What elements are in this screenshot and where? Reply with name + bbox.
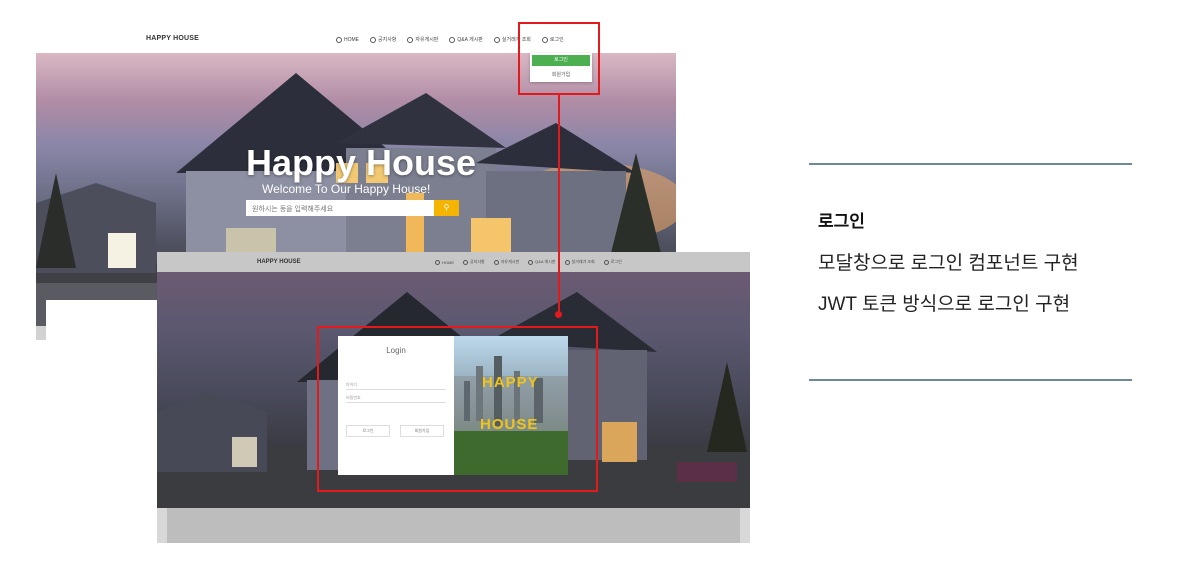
nav-qna[interactable]: Q&A 게시판	[528, 259, 556, 265]
nav-qna[interactable]: Q&A 게시판	[449, 36, 483, 43]
hero-subtitle: Welcome To Our Happy House!	[262, 182, 431, 196]
highlight-login-dropdown	[518, 22, 600, 95]
dollar-icon	[564, 259, 570, 265]
highlight-connector-dot	[555, 311, 562, 318]
home-icon	[435, 259, 440, 265]
dollar-icon	[493, 36, 500, 43]
top-navbar: HAPPY HOUSE HOME 공지사항 자유게시판 Q&A 게시판 실거래가…	[157, 252, 750, 272]
info-icon	[463, 259, 468, 265]
search-icon: ⚲	[443, 203, 450, 212]
highlight-login-modal	[317, 326, 598, 492]
nav-notice[interactable]: 공지사항	[370, 36, 396, 43]
search-button[interactable]: ⚲	[434, 200, 459, 216]
chat-icon	[407, 36, 414, 43]
chat-icon	[493, 259, 499, 265]
nav-deals[interactable]: 실거래가 조회	[564, 259, 595, 265]
feature-description-line-2: JWT 토큰 방식으로 로그인 구현	[818, 294, 1071, 315]
feature-description-line-1: 모달창으로 로그인 컴포넌트 구현	[818, 253, 1079, 274]
highlight-connector-line	[558, 95, 560, 315]
hero-title: Happy House	[246, 142, 477, 183]
brand-logo[interactable]: HAPPY HOUSE	[146, 35, 199, 42]
nav-notice[interactable]: 공지사항	[463, 259, 485, 265]
nav-board[interactable]: 자유게시판	[493, 259, 519, 265]
question-icon	[528, 259, 534, 265]
nav-menu: HOME 공지사항 자유게시판 Q&A 게시판 실거래가 조회 로그인	[435, 259, 622, 265]
nav-board[interactable]: 자유게시판	[407, 36, 438, 43]
divider-top	[809, 163, 1132, 165]
content-card	[167, 508, 740, 543]
nav-home[interactable]: HOME	[336, 36, 359, 43]
home-icon	[336, 36, 342, 43]
user-icon	[603, 259, 609, 265]
brand-logo[interactable]: HAPPY HOUSE	[257, 259, 301, 265]
divider-bottom	[809, 379, 1132, 381]
question-icon	[449, 36, 456, 43]
nav-home[interactable]: HOME	[435, 259, 454, 265]
info-icon	[370, 36, 376, 43]
dong-search-input[interactable]: 원하시는 동을 입력해주세요	[246, 200, 434, 216]
nav-login[interactable]: 로그인	[603, 259, 622, 265]
feature-title: 로그인	[818, 212, 865, 231]
